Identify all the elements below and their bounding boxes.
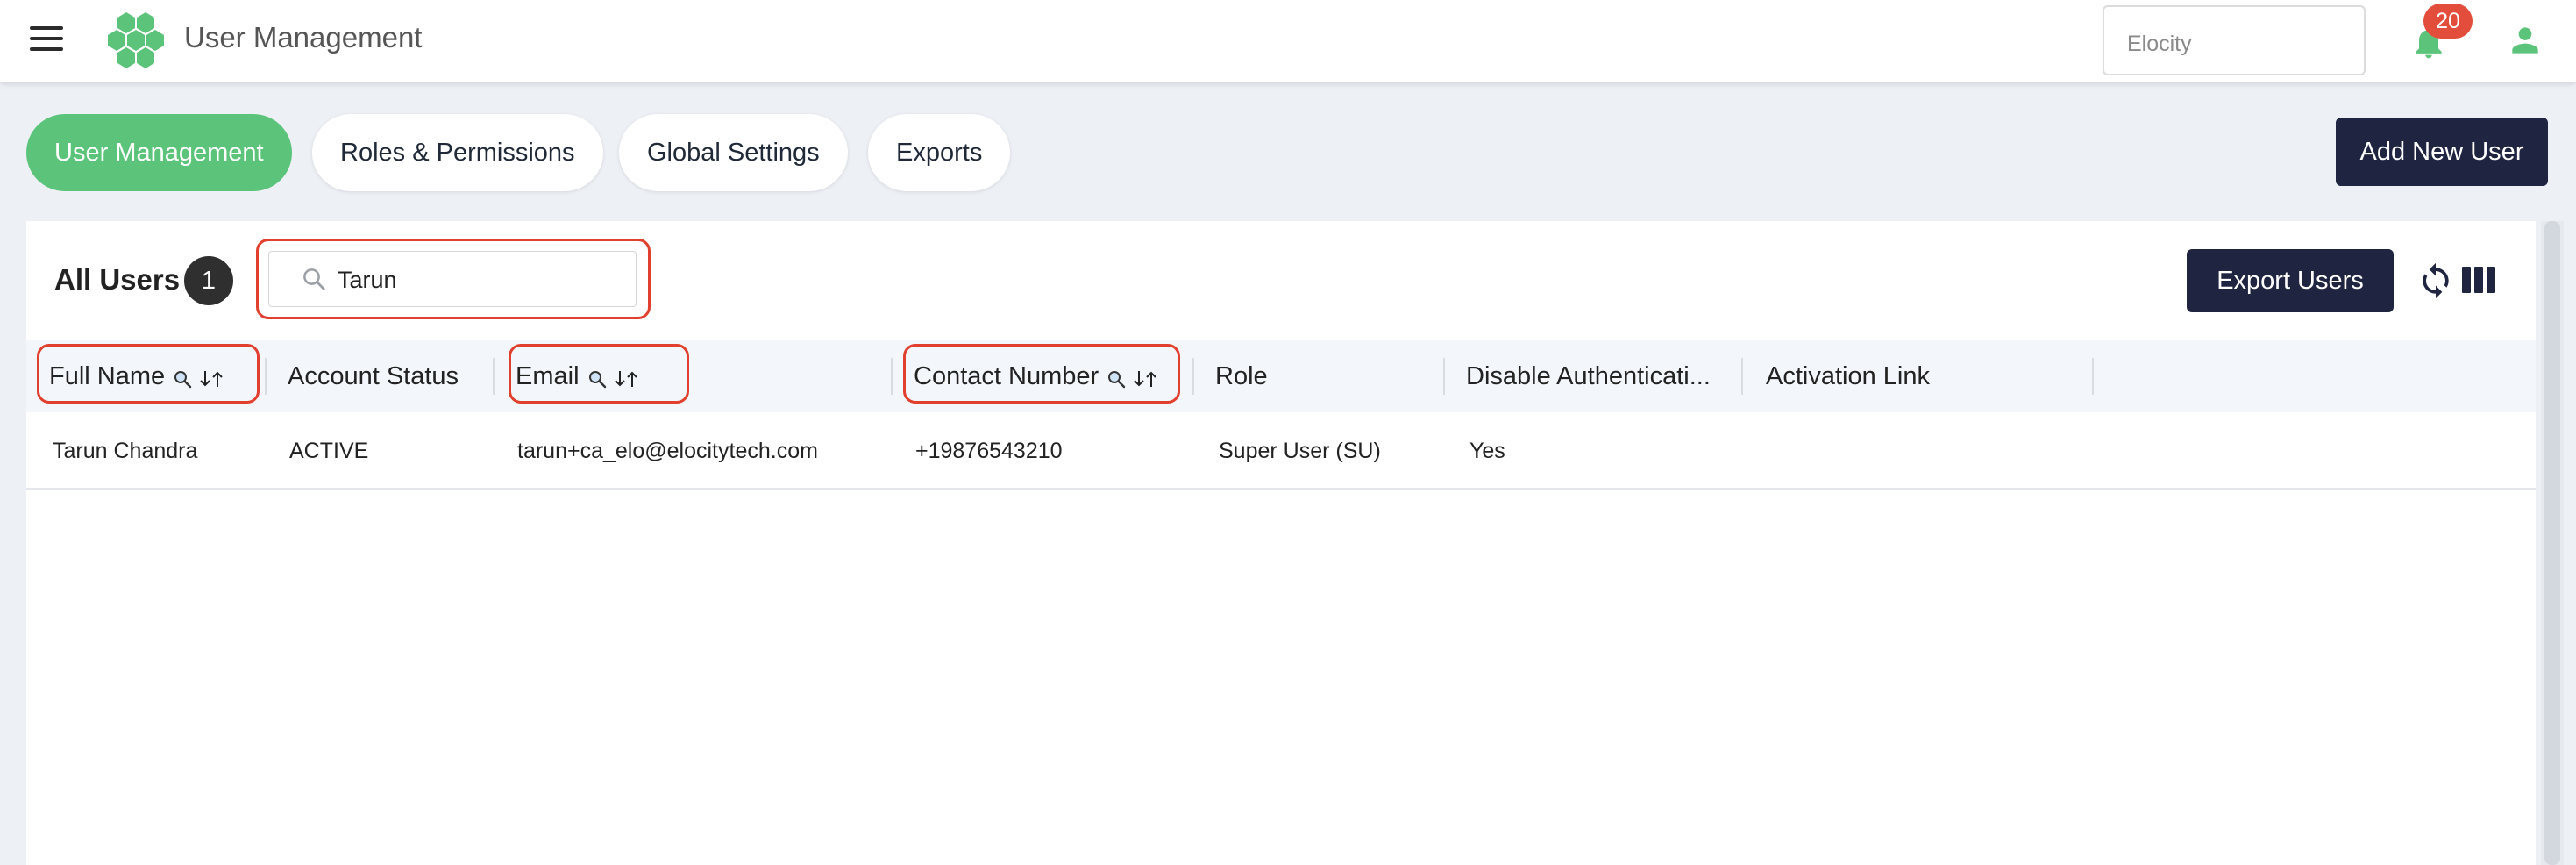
cell-account-status: ACTIVE — [289, 439, 369, 463]
columns-icon[interactable] — [2462, 265, 2495, 295]
tab-roles-permissions[interactable]: Roles & Permissions — [312, 114, 603, 191]
column-separator[interactable] — [1741, 358, 1743, 395]
search-field[interactable] — [268, 251, 637, 307]
sort-icon[interactable] — [613, 368, 639, 390]
cell-email: tarun+ca_elo@elocitytech.com — [517, 439, 818, 463]
app-title: User Management — [184, 21, 423, 54]
hamburger-menu-icon[interactable] — [30, 26, 63, 54]
column-separator[interactable] — [493, 358, 495, 395]
add-new-user-button[interactable]: Add New User — [2336, 118, 2548, 186]
column-separator[interactable] — [891, 358, 893, 395]
scrollbar-thumb[interactable] — [2544, 221, 2560, 865]
notification-badge: 20 — [2423, 4, 2473, 39]
tab-exports[interactable]: Exports — [868, 114, 1011, 191]
export-users-button[interactable]: Export Users — [2187, 249, 2394, 312]
search-container — [256, 239, 651, 319]
user-icon[interactable] — [2506, 21, 2544, 60]
column-label: Contact Number — [914, 362, 1099, 390]
sort-icon[interactable] — [1132, 368, 1158, 390]
column-separator[interactable] — [1192, 358, 1194, 395]
search-icon — [303, 268, 325, 290]
list-title: All Users — [54, 263, 181, 296]
refresh-icon[interactable] — [2416, 261, 2455, 300]
top-bar: User Management Elocity 20 — [0, 0, 2576, 82]
column-header-role[interactable]: Role — [1215, 340, 1268, 412]
cell-role: Super User (SU) — [1219, 439, 1381, 463]
column-header-account-status[interactable]: Account Status — [288, 340, 459, 412]
column-label: Full Name — [49, 362, 166, 390]
column-label: Email — [516, 362, 580, 390]
table-row[interactable]: Tarun Chandra ACTIVE tarun+ca_elo@elocit… — [26, 412, 2536, 490]
user-count-badge: 1 — [184, 256, 233, 305]
logo-icon — [108, 12, 164, 68]
table-header: Full Name Account Status Email Contact N… — [26, 340, 2536, 412]
cell-contact-number: +19876543210 — [915, 439, 1063, 463]
column-search-icon[interactable] — [587, 368, 608, 390]
sort-icon[interactable] — [198, 368, 224, 390]
cell-disable-auth: Yes — [1469, 439, 1505, 463]
org-select[interactable]: Elocity — [2103, 5, 2366, 75]
column-header-email[interactable]: Email — [516, 340, 639, 412]
tab-user-management[interactable]: User Management — [26, 114, 292, 191]
tab-global-settings[interactable]: Global Settings — [619, 114, 848, 191]
column-header-activation-link[interactable]: Activation Link — [1766, 340, 1930, 412]
column-separator[interactable] — [265, 358, 267, 395]
search-input[interactable] — [338, 262, 618, 297]
column-header-disable-authentication[interactable]: Disable Authenticati... — [1466, 340, 1711, 412]
column-header-contact-number[interactable]: Contact Number — [914, 340, 1158, 412]
column-separator[interactable] — [1443, 358, 1445, 395]
column-search-icon[interactable] — [172, 368, 193, 390]
cell-full-name: Tarun Chandra — [53, 439, 198, 463]
users-card: All Users 1 Export Users Full Name Acco — [26, 221, 2536, 865]
column-separator[interactable] — [2092, 358, 2094, 395]
column-search-icon[interactable] — [1106, 368, 1127, 390]
column-header-full-name[interactable]: Full Name — [49, 340, 224, 412]
